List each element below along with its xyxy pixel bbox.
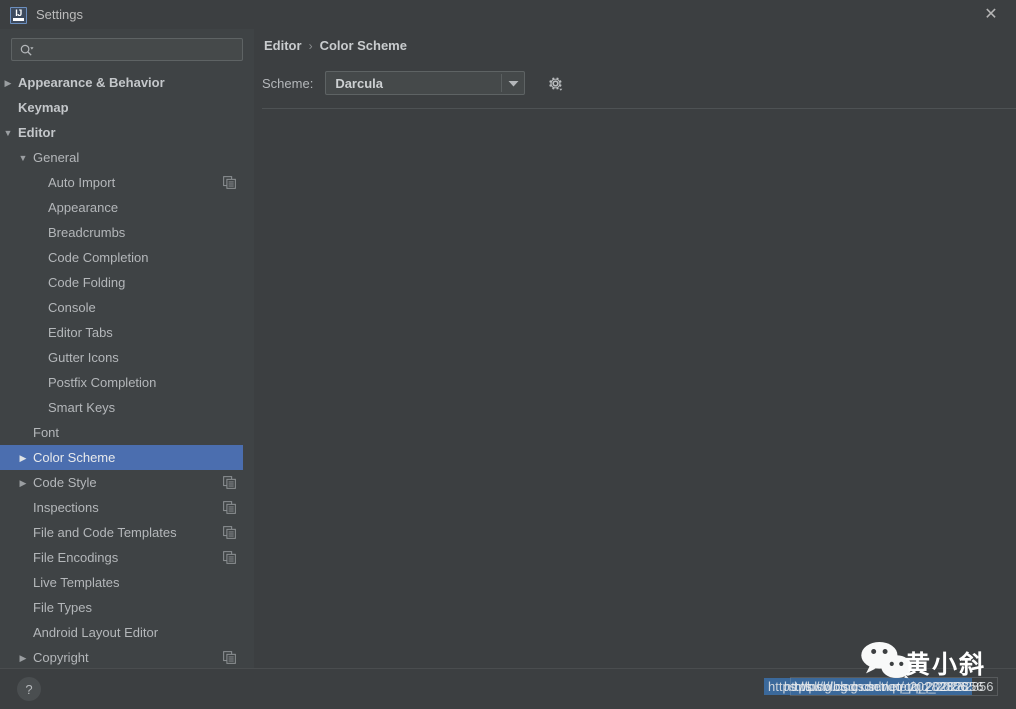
window-title: Settings <box>36 7 83 22</box>
chevron-right-icon[interactable]: ▶ <box>17 477 29 489</box>
breadcrumb-separator-icon: › <box>308 38 313 53</box>
sidebar-item-general[interactable]: ▼ General <box>0 145 254 170</box>
sidebar-item-live-templates[interactable]: Live Templates <box>0 570 254 595</box>
sidebar-item-color-scheme[interactable]: ▶ Color Scheme <box>0 445 254 470</box>
sidebar-item-font[interactable]: Font <box>0 420 254 445</box>
scheme-label: Scheme: <box>262 75 314 91</box>
copy-settings-icon[interactable] <box>223 501 236 514</box>
sidebar-item-label: Inspections <box>33 500 99 515</box>
sidebar-item-gutter-icons[interactable]: Gutter Icons <box>0 345 254 370</box>
sidebar-item-auto-import[interactable]: Auto Import <box>0 170 254 195</box>
content-divider <box>262 108 1016 109</box>
sidebar-item-file-encodings[interactable]: File Encodings <box>0 545 254 570</box>
breadcrumb: Editor › Color Scheme <box>264 38 407 53</box>
sidebar-item-smart-keys[interactable]: Smart Keys <box>0 395 254 420</box>
sidebar-item-editor-tabs[interactable]: Editor Tabs <box>0 320 254 345</box>
sidebar-item-label: General <box>33 150 80 165</box>
sidebar-item-label: Font <box>33 425 60 440</box>
breadcrumb-parent[interactable]: Editor <box>264 38 302 53</box>
sidebar-item-appearance[interactable]: Appearance <box>0 195 254 220</box>
close-icon[interactable]: ✕ <box>974 4 1008 26</box>
copy-settings-icon[interactable] <box>223 526 236 539</box>
sidebar-item-label: Android Layout Editor <box>33 625 159 640</box>
sidebar-item-label: Console <box>48 300 96 315</box>
sidebar-item-label: File Encodings <box>33 550 119 565</box>
copy-settings-icon[interactable] <box>223 551 236 564</box>
search-icon <box>20 44 34 56</box>
sidebar-item-label: Auto Import <box>48 175 116 190</box>
sidebar-item-code-style[interactable]: ▶ Code Style <box>0 470 254 495</box>
settings-sidebar: ▶ Appearance & Behavior Keymap ▼ Editor ▼ Gene… <box>0 29 254 668</box>
sidebar-scrollbar-track[interactable] <box>243 70 254 668</box>
copy-settings-icon[interactable] <box>223 176 236 189</box>
intellij-idea-logo-icon: IJ <box>10 7 27 24</box>
sidebar-item-label: Appearance & Behavior <box>18 75 165 90</box>
sidebar-item-label: File Types <box>33 600 93 615</box>
scheme-row: Scheme: Darcula <box>262 71 565 95</box>
search-box[interactable] <box>11 38 243 61</box>
copy-settings-icon[interactable] <box>223 651 236 664</box>
sidebar-item-keymap[interactable]: Keymap <box>0 95 254 120</box>
sidebar-item-code-completion[interactable]: Code Completion <box>0 245 254 270</box>
sidebar-item-editor[interactable]: ▼ Editor <box>0 120 254 145</box>
sidebar-item-code-folding[interactable]: Code Folding <box>0 270 254 295</box>
title-bar: IJ Settings ✕ <box>0 0 1016 29</box>
sidebar-item-label: Copyright <box>33 650 89 665</box>
sidebar-item-label: Live Templates <box>33 575 120 590</box>
gear-icon <box>549 77 563 91</box>
sidebar-item-label: Keymap <box>18 100 69 115</box>
chevron-right-icon[interactable]: ▶ <box>17 452 29 464</box>
help-icon[interactable]: ? <box>17 677 41 701</box>
sidebar-item-label: Code Style <box>33 475 97 490</box>
copy-settings-icon[interactable] <box>223 476 236 489</box>
scheme-value: Darcula <box>335 75 384 91</box>
breadcrumb-current: Color Scheme <box>319 38 407 53</box>
sidebar-item-label: Color Scheme <box>33 450 116 465</box>
search-input[interactable] <box>38 39 238 60</box>
sidebar-item-appearance-behavior[interactable]: ▶ Appearance & Behavior <box>0 70 254 95</box>
sidebar-item-label: Postfix Completion <box>48 375 157 390</box>
chevron-down-icon[interactable] <box>502 72 524 94</box>
sidebar-item-label: Code Completion <box>48 250 149 265</box>
sidebar-item-copyright[interactable]: ▶ Copyright <box>0 645 254 668</box>
scheme-dropdown[interactable]: Darcula <box>325 71 526 95</box>
chevron-down-icon[interactable]: ▼ <box>2 127 14 139</box>
sidebar-item-console[interactable]: Console <box>0 295 254 320</box>
sidebar-item-inspections[interactable]: Inspections <box>0 495 254 520</box>
logo-bar <box>13 18 24 21</box>
sidebar-item-file-types[interactable]: File Types <box>0 595 254 620</box>
sidebar-item-breadcrumbs[interactable]: Breadcrumbs <box>0 220 254 245</box>
sidebar-item-label: Editor Tabs <box>48 325 113 340</box>
sidebar-item-label: Code Folding <box>48 275 126 290</box>
sidebar-item-file-and-code-templates[interactable]: File and Code Templates <box>0 520 254 545</box>
settings-content-pane: Editor › Color Scheme Scheme: Darcula <box>254 29 1016 668</box>
logo-text: IJ <box>15 8 22 18</box>
sidebar-item-label: Smart Keys <box>48 400 116 415</box>
settings-dialog: IJ Settings ✕ ▶ Appearance & Behavior Keym… <box>0 0 1016 709</box>
watermark-brand: 黄小斜 <box>905 650 987 679</box>
scheme-settings-button[interactable] <box>545 73 565 93</box>
sidebar-item-postfix-completion[interactable]: Postfix Completion <box>0 370 254 395</box>
sidebar-item-android-layout-editor[interactable]: Android Layout Editor <box>0 620 254 645</box>
chevron-down-icon[interactable]: ▼ <box>17 152 29 164</box>
sidebar-item-label: Breadcrumbs <box>48 225 126 240</box>
sidebar-item-label: Gutter Icons <box>48 350 119 365</box>
chevron-right-icon[interactable]: ▶ <box>17 652 29 664</box>
sidebar-item-label: Appearance <box>48 200 119 215</box>
watermark-url-tertiary: https://blog.csdn.net/qq_20282856 <box>784 679 984 694</box>
chevron-right-icon[interactable]: ▶ <box>2 77 14 89</box>
settings-tree[interactable]: ▶ Appearance & Behavior Keymap ▼ Editor ▼ Gene… <box>0 70 254 668</box>
sidebar-item-label: File and Code Templates <box>33 525 177 540</box>
sidebar-item-label: Editor <box>18 125 56 140</box>
